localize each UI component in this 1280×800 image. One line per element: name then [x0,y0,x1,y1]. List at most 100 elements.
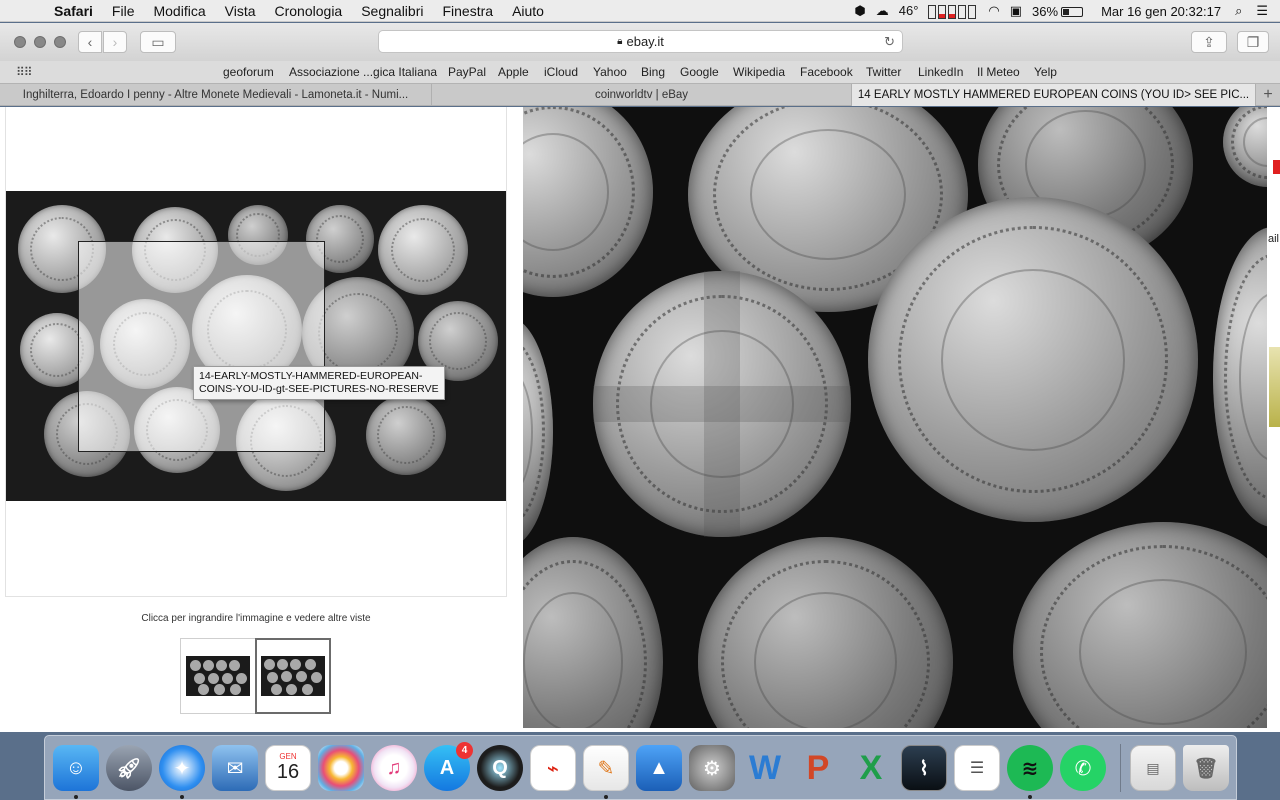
menu-file[interactable]: File [112,3,135,19]
trash-icon[interactable]: 🗑︎ [1183,745,1229,791]
tab-bar: Inghilterra, Edoardo I penny - Altre Mon… [0,83,1280,106]
close-window-button[interactable] [14,36,26,48]
tabs-icon: ❐ [1246,33,1260,50]
zoom-window-button[interactable] [54,36,66,48]
share-button[interactable]: ⇪ [1191,31,1227,53]
menu-app-name[interactable]: Safari [54,3,93,19]
top-sites-grid-icon[interactable]: ⠿⠿ [16,65,33,79]
menu-finestra[interactable]: Finestra [442,3,493,19]
address-bar[interactable]: 🔒︎ ebay.it ↻ [378,30,903,53]
battery-percent: 36% [1032,3,1059,19]
bookmark-icloud[interactable]: iCloud [544,65,578,79]
bookmark-geoforum[interactable]: geoforum [223,65,274,79]
bookmark-il-meteo[interactable]: Il Meteo [977,65,1020,79]
bookmarks-bar: ⠿⠿ geoforum Associazione ...gica Italian… [0,61,1280,83]
new-tab-button[interactable]: + [1256,84,1280,105]
pages-icon[interactable]: ✎ [583,745,629,791]
tab-label: 14 EARLY MOSTLY HAMMERED EUROPEAN COINS … [857,89,1250,101]
tab-coinworldtv[interactable]: coinworldtv | eBay [432,84,852,106]
thumbnail-2-selected[interactable] [255,638,331,714]
calendar-icon[interactable]: GEN 16 [265,745,311,791]
page-content: 14-EARLY-MOSTLY-HAMMERED-EUROPEAN-COINS-… [0,107,1280,732]
calendar-small-icon[interactable]: ▣ [1010,3,1022,19]
clock[interactable]: Mar 16 gen 20:32:17 [1101,4,1221,19]
page-side-strip: ail [1267,107,1280,728]
coin-image [378,205,468,295]
thumbnail-1[interactable] [180,638,256,714]
menu-modifica[interactable]: Modifica [153,3,205,19]
bookmark-associazione[interactable]: Associazione ...gica Italiana [289,65,437,79]
image-tooltip: 14-EARLY-MOSTLY-HAMMERED-EUROPEAN-COINS-… [193,366,445,400]
forward-button[interactable]: › [103,31,127,53]
bookmark-wikipedia[interactable]: Wikipedia [733,65,785,79]
bookmark-yelp[interactable]: Yelp [1034,65,1057,79]
thumbnail-image [261,656,325,696]
dropbox-icon[interactable]: ⬢ [854,3,865,19]
thumbnail-image [186,656,250,696]
battery-icon [1061,7,1084,18]
launchpad-icon[interactable]: 🚀︎ [106,745,152,791]
spotlight-search-icon[interactable]: ⌕ [1235,3,1242,19]
bookmark-facebook[interactable]: Facebook [800,65,853,79]
bookmark-paypal[interactable]: PayPal [448,65,486,79]
zoom-lens[interactable] [78,241,325,452]
wifi-icon[interactable]: ◠ [988,3,999,19]
bookmark-yahoo[interactable]: Yahoo [593,65,627,79]
whatsapp-icon[interactable]: ✆ [1060,745,1106,791]
quicktime-icon[interactable]: Q [477,745,523,791]
weather-temperature[interactable]: ☁ 46° [876,3,919,19]
temperature-label: 46° [898,3,919,18]
word-icon[interactable]: W [742,745,788,791]
app-store-icon[interactable]: A 4 [424,742,473,791]
spotify-icon[interactable]: ≋ [1007,745,1053,791]
menu-cronologia[interactable]: Cronologia [275,3,343,19]
photos-icon[interactable] [318,745,364,791]
notification-center-icon[interactable]: ☰ [1256,3,1268,19]
app-store-badge: 4 [456,742,473,759]
itunes-icon[interactable]: ♫ [371,745,417,791]
plus-icon: + [1263,85,1273,103]
acrobat-icon[interactable]: ⌁ [530,745,576,791]
long-cross-design [593,386,851,422]
calendar-month: GEN [279,752,297,761]
memory-meters-icon[interactable] [928,3,978,19]
address-text: ebay.it [626,34,664,49]
battery-status[interactable]: 36% [1032,3,1084,19]
bookmark-apple[interactable]: Apple [498,65,529,79]
preview-icon[interactable]: ✉ [212,745,258,791]
safari-icon[interactable]: ✦ [159,745,205,791]
back-button[interactable]: ‹ [78,31,102,53]
downloads-stack-icon[interactable]: ▤ [1130,745,1176,791]
image-caption: Clicca per ingrandire l'immagine e veder… [141,613,371,624]
menu-vista[interactable]: Vista [225,3,256,19]
system-preferences-icon[interactable]: ⚙ [689,745,735,791]
minimize-window-button[interactable] [34,36,46,48]
bookmark-linkedin[interactable]: LinkedIn [918,65,963,79]
reload-icon[interactable]: ↻ [884,34,895,50]
bookmark-bing[interactable]: Bing [641,65,665,79]
lock-icon: 🔒︎ [617,36,623,47]
finder-icon[interactable]: ☺ [53,745,99,791]
powerpoint-icon[interactable]: P [795,745,841,791]
zoomed-image-view[interactable] [523,107,1267,728]
tab-coins-listing[interactable]: 14 EARLY MOSTLY HAMMERED EUROPEAN COINS … [852,84,1256,106]
menu-segnalibri[interactable]: Segnalibri [361,3,423,19]
menu-bar: Safari File Modifica Vista Cronologia Se… [0,0,1280,22]
bookmark-twitter[interactable]: Twitter [866,65,901,79]
window-controls [0,36,66,48]
excel-icon[interactable]: X [848,745,894,791]
side-red-marker [1273,160,1280,174]
reminders-icon[interactable]: ☰ [954,745,1000,791]
sidebar-toggle-button[interactable]: ▭ [140,31,176,53]
long-cross-design [704,271,740,537]
browser-toolbar: ‹ › ▭ 🔒︎ ebay.it ↻ ⇪ ❐ [0,23,1280,61]
excel-letter: X [859,748,883,787]
bookmark-google[interactable]: Google [680,65,719,79]
sidebar-icon: ▭ [151,33,165,50]
activity-monitor-icon[interactable]: ⌇ [901,745,947,791]
menu-aiuto[interactable]: Aiuto [512,3,544,19]
tab-overview-button[interactable]: ❐ [1237,31,1269,53]
keynote-icon[interactable]: ▲ [636,745,682,791]
coin-image [698,537,953,728]
tab-lamoneta[interactable]: Inghilterra, Edoardo I penny - Altre Mon… [0,84,432,106]
